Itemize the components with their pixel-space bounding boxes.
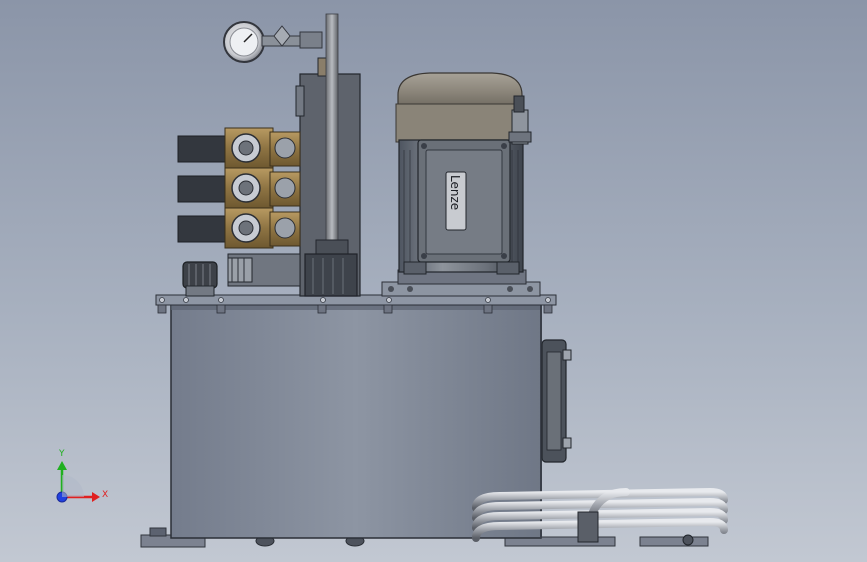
coordinate-triad: X Y [56,449,108,503]
x-axis-label: X [102,490,108,500]
reservoir-tank[interactable] [170,303,542,539]
cad-scene[interactable]: Lenze X Y [0,0,867,562]
solenoid-valve-3[interactable] [177,207,301,249]
motor-brand-label: Lenze [448,175,462,210]
electric-motor[interactable]: Lenze [395,72,532,275]
y-axis-label: Y [58,449,65,459]
pressure-gauge[interactable] [223,21,323,63]
relief-valve[interactable] [227,253,301,287]
level-sight-glass[interactable] [541,339,572,463]
cad-viewport[interactable]: Lenze X Y [0,0,867,562]
suction-filter[interactable] [304,253,358,297]
solenoid-valve-2[interactable] [177,167,301,209]
solenoid-valve-1[interactable] [177,127,301,169]
filler-breather-cap[interactable] [182,261,218,297]
solenoid-valve-stack[interactable] [177,127,301,249]
